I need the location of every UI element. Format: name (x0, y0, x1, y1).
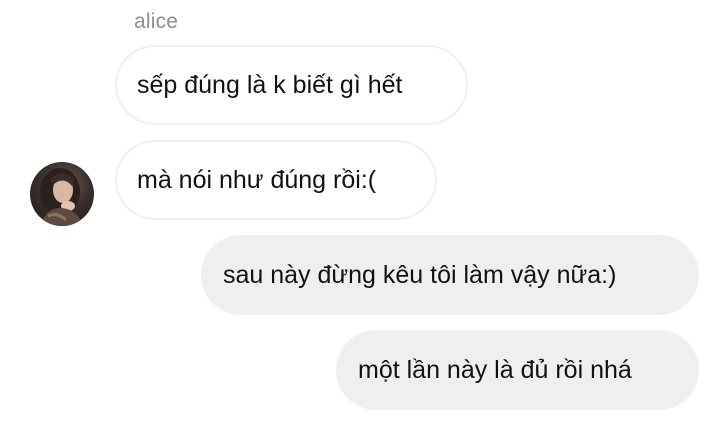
incoming-message-bubble[interactable]: sếp đúng là k biết gì hết (115, 45, 468, 125)
outgoing-message-bubble[interactable]: một lần này là đủ rồi nhá (336, 330, 699, 410)
sender-name: alice (134, 10, 179, 33)
incoming-message-bubble[interactable]: mà nói như đúng rồi:( (115, 140, 437, 220)
message-text: mà nói như đúng rồi:( (137, 165, 377, 194)
message-text: sếp đúng là k biết gì hết (137, 70, 403, 99)
outgoing-message-bubble[interactable]: sau này đừng kêu tôi làm vậy nữa:) (201, 235, 699, 315)
sender-avatar[interactable] (30, 162, 94, 226)
chat-thread: alice sếp đúng là k biết gì hết mà nói n… (0, 0, 720, 428)
message-text: sau này đừng kêu tôi làm vậy nữa:) (223, 260, 617, 289)
message-text: một lần này là đủ rồi nhá (358, 355, 632, 384)
avatar-portrait-icon (40, 168, 84, 226)
